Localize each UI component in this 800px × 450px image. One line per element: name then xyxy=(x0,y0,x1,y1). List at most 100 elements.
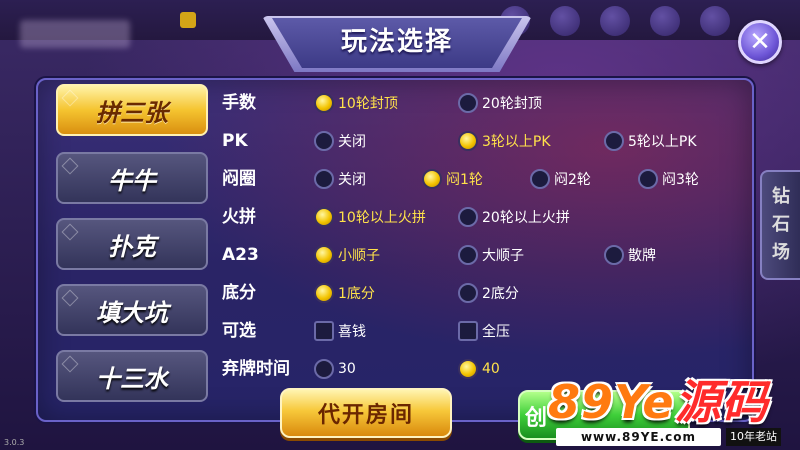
option-label: 关闭 xyxy=(338,172,366,188)
radio-icon xyxy=(458,359,478,379)
lobby-badge-icon xyxy=(180,12,196,28)
radio-option[interactable]: 3轮以上PK xyxy=(458,129,551,153)
option-label: 5轮以上PK xyxy=(628,134,697,150)
row-label: 闷圈 xyxy=(222,169,256,189)
side-tab-char: 石 xyxy=(772,214,790,235)
option-label: 10轮以上火拼 xyxy=(338,210,426,226)
create-room-button[interactable]: 代开房间 xyxy=(280,388,452,438)
radio-icon xyxy=(314,131,334,151)
checkbox-icon xyxy=(314,321,334,341)
create-button-label: 创 xyxy=(525,406,548,431)
radio-option[interactable]: 1底分 xyxy=(314,281,375,305)
watermark-brand-latin: 89Ye xyxy=(548,375,675,429)
lobby-icon-4 xyxy=(650,6,680,36)
radio-icon xyxy=(314,359,334,379)
radio-option[interactable]: 大顺子 xyxy=(458,243,524,267)
tab-label: 扑克 xyxy=(108,232,156,261)
radio-option[interactable]: 关闭 xyxy=(314,129,366,153)
row-label: 手数 xyxy=(222,93,256,113)
watermark-brand-zh: 源码 xyxy=(674,375,769,429)
option-label: 小顺子 xyxy=(338,248,380,264)
option-label: 40 xyxy=(482,361,500,377)
tab-diamond-icon xyxy=(61,223,79,241)
tab-label: 十三水 xyxy=(96,364,168,393)
option-label: 关闭 xyxy=(338,134,366,150)
radio-option[interactable]: 20轮以上火拼 xyxy=(458,205,570,229)
option-label: 30 xyxy=(338,361,356,377)
version-label: 3.0.3 xyxy=(4,438,25,447)
radio-icon xyxy=(530,169,550,189)
checkbox-option[interactable]: 喜钱 xyxy=(314,319,366,343)
row-label: 可选 xyxy=(222,321,256,341)
checkbox-option[interactable]: 全压 xyxy=(458,319,510,343)
checkbox-icon xyxy=(458,321,478,341)
radio-icon xyxy=(314,93,334,113)
tab-game-4[interactable]: 十三水 xyxy=(56,350,208,402)
radio-icon xyxy=(422,169,442,189)
row-label: 火拼 xyxy=(222,207,256,227)
option-label: 大顺子 xyxy=(482,248,524,264)
radio-option[interactable]: 30 xyxy=(314,357,356,381)
tab-diamond-icon xyxy=(61,355,79,373)
radio-option[interactable]: 散牌 xyxy=(604,243,656,267)
row-label: 弃牌时间 xyxy=(222,359,290,379)
option-label: 全压 xyxy=(482,324,510,340)
option-label: 散牌 xyxy=(628,248,656,264)
tab-game-2[interactable]: 扑克 xyxy=(56,218,208,270)
side-tab-char: 钻 xyxy=(772,186,790,207)
radio-option[interactable]: 10轮以上火拼 xyxy=(314,205,426,229)
watermark-brand: 89Ye源码 xyxy=(548,376,769,428)
option-label: 20轮以上火拼 xyxy=(482,210,570,226)
radio-icon xyxy=(458,131,478,151)
radio-icon xyxy=(458,207,478,227)
radio-option[interactable]: 闷2轮 xyxy=(530,167,591,191)
option-label: 闷1轮 xyxy=(446,172,483,188)
lobby-icon-5 xyxy=(700,6,730,36)
radio-icon xyxy=(638,169,658,189)
close-x-icon: ✕ xyxy=(749,27,771,57)
lobby-icon-3 xyxy=(600,6,630,36)
radio-icon xyxy=(314,245,334,265)
radio-icon xyxy=(314,169,334,189)
radio-option[interactable]: 关闭 xyxy=(314,167,366,191)
row-label: PK xyxy=(222,131,248,151)
row-label: 底分 xyxy=(222,283,256,303)
tab-game-0[interactable]: 拼三张 xyxy=(56,84,208,136)
side-tab-char: 场 xyxy=(772,242,790,263)
dialog-title: 玩法选择 xyxy=(340,27,453,57)
radio-icon xyxy=(604,131,624,151)
radio-option[interactable]: 小顺子 xyxy=(314,243,380,267)
radio-option[interactable]: 40 xyxy=(458,357,500,381)
option-label: 2底分 xyxy=(482,286,519,302)
blurred-username xyxy=(20,20,130,48)
option-label: 20轮封顶 xyxy=(482,96,542,112)
option-label: 闷2轮 xyxy=(554,172,591,188)
radio-option[interactable]: 20轮封顶 xyxy=(458,91,542,115)
tab-label: 拼三张 xyxy=(96,98,168,127)
radio-option[interactable]: 闷1轮 xyxy=(422,167,483,191)
side-tab-diamond-room[interactable]: 钻石场 xyxy=(760,170,800,280)
radio-option[interactable]: 2底分 xyxy=(458,281,519,305)
watermark-tag: 10年老站 xyxy=(726,428,781,446)
tab-diamond-icon xyxy=(61,289,79,307)
lobby-icon-2 xyxy=(550,6,580,36)
radio-icon xyxy=(314,207,334,227)
close-button[interactable]: ✕ xyxy=(738,20,782,64)
tab-game-3[interactable]: 填大坑 xyxy=(56,284,208,336)
watermark: 89Ye源码 www.89YE.com 10年老站 xyxy=(548,376,798,448)
tab-diamond-icon xyxy=(61,89,79,107)
radio-icon xyxy=(458,283,478,303)
tab-game-1[interactable]: 牛牛 xyxy=(56,152,208,204)
option-label: 3轮以上PK xyxy=(482,134,551,150)
radio-option[interactable]: 10轮封顶 xyxy=(314,91,398,115)
radio-icon xyxy=(604,245,624,265)
radio-icon xyxy=(314,283,334,303)
watermark-url: www.89YE.com xyxy=(556,428,721,446)
option-label: 喜钱 xyxy=(338,324,366,340)
radio-option[interactable]: 闷3轮 xyxy=(638,167,699,191)
option-label: 闷3轮 xyxy=(662,172,699,188)
tab-label: 牛牛 xyxy=(108,166,156,195)
tab-label: 填大坑 xyxy=(96,298,168,327)
radio-option[interactable]: 5轮以上PK xyxy=(604,129,697,153)
row-label: A23 xyxy=(222,245,259,265)
